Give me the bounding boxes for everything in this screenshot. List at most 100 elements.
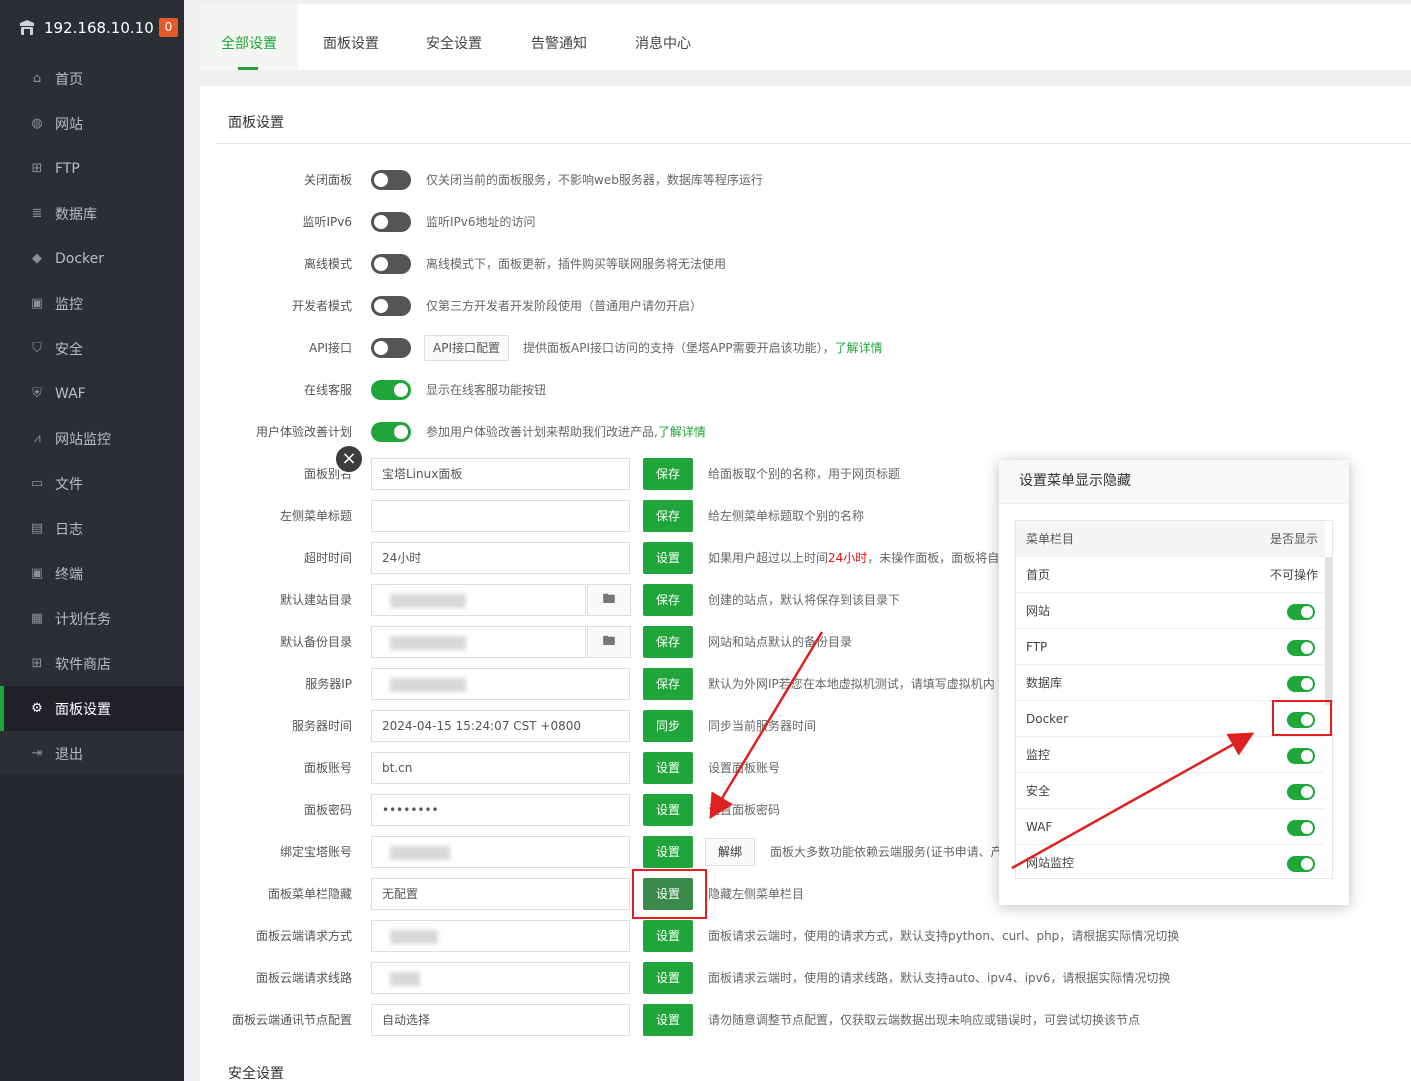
- sidebar-item[interactable]: ⊞ 软件商店: [0, 641, 184, 686]
- show-toggle[interactable]: [1287, 604, 1315, 620]
- panel-account-input[interactable]: bt.cn: [371, 752, 630, 784]
- setting-label: 绑定宝塔账号: [279, 845, 352, 859]
- server-ip-input[interactable]: [371, 668, 630, 700]
- sidebar-item-label: 文件: [55, 476, 83, 493]
- setting-desc: 仅关闭当前的面板服务，不影响web服务器，数据库等程序运行: [426, 173, 763, 187]
- setting-label: 用户体验改善计划: [255, 425, 352, 439]
- bt-account-input[interactable]: [371, 836, 630, 868]
- panel-password-input[interactable]: ••••••••: [371, 794, 630, 826]
- setting-desc: 离线模式下，面板更新，插件购买等联网服务将无法使用: [426, 257, 727, 271]
- set-button[interactable]: 设置: [643, 1004, 693, 1036]
- sidebar-item[interactable]: ▭ 文件: [0, 461, 184, 506]
- show-toggle[interactable]: [1287, 640, 1315, 656]
- sidebar-item-label: 面板设置: [55, 701, 111, 718]
- menu-title-input[interactable]: [371, 500, 630, 532]
- column-header: 是否显示: [1269, 532, 1318, 546]
- cloud-node-input[interactable]: 自动选择: [371, 1004, 630, 1036]
- set-button[interactable]: 设置: [643, 542, 693, 574]
- api-config-button[interactable]: API接口配置: [424, 335, 509, 361]
- show-toggle[interactable]: [1287, 820, 1315, 836]
- setting-desc: 同步当前服务器时间: [708, 719, 817, 733]
- show-toggle[interactable]: [1287, 676, 1315, 692]
- sidebar-item[interactable]: ⩘ 网站监控: [0, 416, 184, 461]
- setting-label: 左侧菜单标题: [279, 509, 352, 523]
- menu-name: 网站监控: [1026, 856, 1075, 870]
- setting-desc: 显示在线客服功能按钮: [426, 383, 547, 397]
- status-text: 不可操作: [1269, 568, 1318, 582]
- learn-more-link[interactable]: 了解详情: [835, 341, 883, 355]
- ftp-icon: ⊞: [31, 160, 43, 176]
- menu-visibility-dialog: 设置菜单显示隐藏 菜单栏目 是否显示 首页 不可操作 网站 FTP 数据库 Do…: [999, 460, 1349, 905]
- timeout-input[interactable]: 24小时: [371, 542, 630, 574]
- close-panel-toggle[interactable]: [371, 170, 411, 190]
- ux-plan-toggle[interactable]: [371, 422, 411, 442]
- sidebar-item[interactable]: ◆ Docker: [0, 236, 184, 281]
- show-toggle[interactable]: [1287, 784, 1315, 800]
- api-toggle[interactable]: [371, 338, 411, 358]
- site-dir-input[interactable]: [371, 584, 586, 616]
- sidebar-item[interactable]: ⊞ FTP: [0, 146, 184, 191]
- set-button[interactable]: 设置: [643, 962, 693, 994]
- setting-row-offline: 离线模式 离线模式下，面板更新，插件购买等联网服务将无法使用: [200, 248, 1400, 280]
- message-count-badge[interactable]: 0: [159, 18, 178, 37]
- panel-alias-input[interactable]: 宝塔Linux面板: [371, 458, 630, 490]
- setting-desc: 参加用户体验改善计划来帮助我们改进产品,了解详情: [426, 425, 706, 439]
- sidebar-item[interactable]: ▤ 日志: [0, 506, 184, 551]
- divider: [216, 143, 1411, 144]
- table-row: WAF: [1016, 809, 1325, 845]
- setting-desc: 默认为外网IP若您在本地虚拟机测试，请填写虚拟机内: [708, 677, 995, 691]
- save-button[interactable]: 保存: [643, 668, 693, 700]
- folder-icon[interactable]: 🖿: [587, 584, 631, 616]
- setting-label: 面板云端请求方式: [255, 929, 352, 943]
- save-button[interactable]: 保存: [643, 584, 693, 616]
- set-button[interactable]: 设置: [643, 752, 693, 784]
- sidebar-item[interactable]: ⚙ 面板设置: [0, 686, 184, 731]
- learn-more-link[interactable]: 了解详情: [658, 425, 706, 439]
- set-button[interactable]: 设置: [643, 794, 693, 826]
- scrollbar[interactable]: [1325, 557, 1332, 705]
- offline-mode-toggle[interactable]: [371, 254, 411, 274]
- table-header: 菜单栏目 是否显示: [1016, 521, 1325, 557]
- online-service-toggle[interactable]: [371, 380, 411, 400]
- docker-icon: ◆: [32, 250, 42, 266]
- developer-mode-toggle[interactable]: [371, 296, 411, 316]
- tab-alert-notify[interactable]: 告警通知: [531, 4, 587, 70]
- tab-panel-settings[interactable]: 面板设置: [323, 4, 379, 70]
- menu-name: WAF: [1026, 820, 1053, 834]
- sidebar-item[interactable]: ⛉ 安全: [0, 326, 184, 371]
- sidebar-item-label: 监控: [55, 296, 83, 313]
- set-button[interactable]: 设置: [643, 920, 693, 952]
- set-button[interactable]: 设置: [643, 836, 693, 868]
- show-toggle[interactable]: [1287, 856, 1315, 872]
- sidebar-item[interactable]: ⌂ 首页: [0, 56, 184, 101]
- save-button[interactable]: 保存: [643, 458, 693, 490]
- save-button[interactable]: 保存: [643, 500, 693, 532]
- menu-hide-input[interactable]: 无配置: [371, 878, 630, 910]
- sidebar-item[interactable]: ▦ 计划任务: [0, 596, 184, 641]
- sidebar-item[interactable]: ▣ 监控: [0, 281, 184, 326]
- cloud-method-input[interactable]: [371, 920, 630, 952]
- close-icon[interactable]: ×: [334, 444, 364, 474]
- sidebar-item-label: 终端: [55, 566, 83, 583]
- unbind-button[interactable]: 解绑: [705, 838, 755, 866]
- show-toggle[interactable]: [1287, 748, 1315, 764]
- ipv6-toggle[interactable]: [371, 212, 411, 232]
- sync-button[interactable]: 同步: [643, 710, 693, 742]
- setting-row-cloud-line: 面板云端请求线路 设置 面板请求云端时，使用的请求线路，默认支持auto、ipv…: [200, 962, 1400, 994]
- tab-all-settings[interactable]: 全部设置: [200, 4, 298, 70]
- save-button[interactable]: 保存: [643, 626, 693, 658]
- sidebar-item[interactable]: ⇥ 退出: [0, 731, 184, 776]
- cloud-line-input[interactable]: [371, 962, 630, 994]
- tab-message-center[interactable]: 消息中心: [635, 4, 691, 70]
- sidebar-item[interactable]: ≣ 数据库: [0, 191, 184, 236]
- folder-icon[interactable]: 🖿: [587, 626, 631, 658]
- sidebar-item[interactable]: ⛨ WAF: [0, 371, 184, 416]
- sidebar-item[interactable]: ◍ 网站: [0, 101, 184, 146]
- tab-security-settings[interactable]: 安全设置: [426, 4, 482, 70]
- sidebar-item[interactable]: ▣ 终端: [0, 551, 184, 596]
- server-time-input[interactable]: 2024-04-15 15:24:07 CST +0800: [371, 710, 630, 742]
- backup-dir-input[interactable]: [371, 626, 586, 658]
- setting-label: 在线客服: [303, 383, 352, 397]
- setting-label: 超时时间: [303, 551, 352, 565]
- setting-desc: 设置面板密码: [708, 803, 781, 817]
